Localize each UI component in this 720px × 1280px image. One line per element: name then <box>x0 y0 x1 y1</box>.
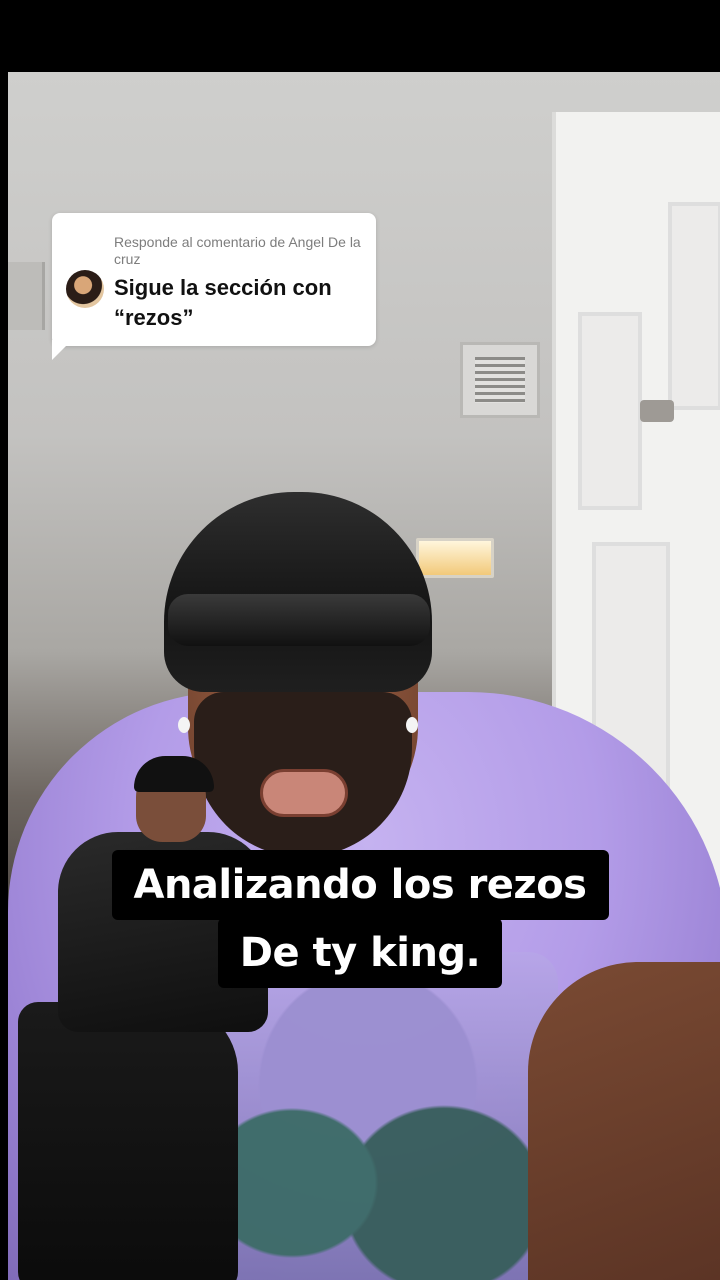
top-black-bar <box>0 0 720 72</box>
durag-band <box>168 594 430 646</box>
ceiling-vent <box>460 342 540 418</box>
bubble-tail <box>52 340 72 360</box>
person-arm <box>528 962 720 1280</box>
door-panel <box>578 312 642 510</box>
door-handle <box>640 400 674 422</box>
avatar[interactable] <box>66 270 104 308</box>
reply-label: Responde al comentario de Angel De la cr… <box>114 234 361 267</box>
vent-slats <box>475 357 525 403</box>
comment-text: Sigue la sección con “rezos” <box>114 275 332 330</box>
overlay-figure-sticker <box>18 756 268 1280</box>
ceiling-light <box>416 538 494 578</box>
wall-vent <box>8 262 45 330</box>
figure-legs <box>18 1002 238 1280</box>
earring <box>406 717 418 733</box>
door-panel <box>668 202 720 410</box>
figure-cap <box>134 756 214 792</box>
video-caption: Analizando los rezos De ty king. <box>0 850 720 988</box>
comment-reply-bubble[interactable]: Responde al comentario de Angel De la cr… <box>52 213 376 346</box>
caption-line-1: Analizando los rezos <box>111 850 609 920</box>
caption-line-2: De ty king. <box>217 918 503 988</box>
durag <box>164 492 432 692</box>
earring <box>178 717 190 733</box>
person-mouth <box>260 769 348 817</box>
